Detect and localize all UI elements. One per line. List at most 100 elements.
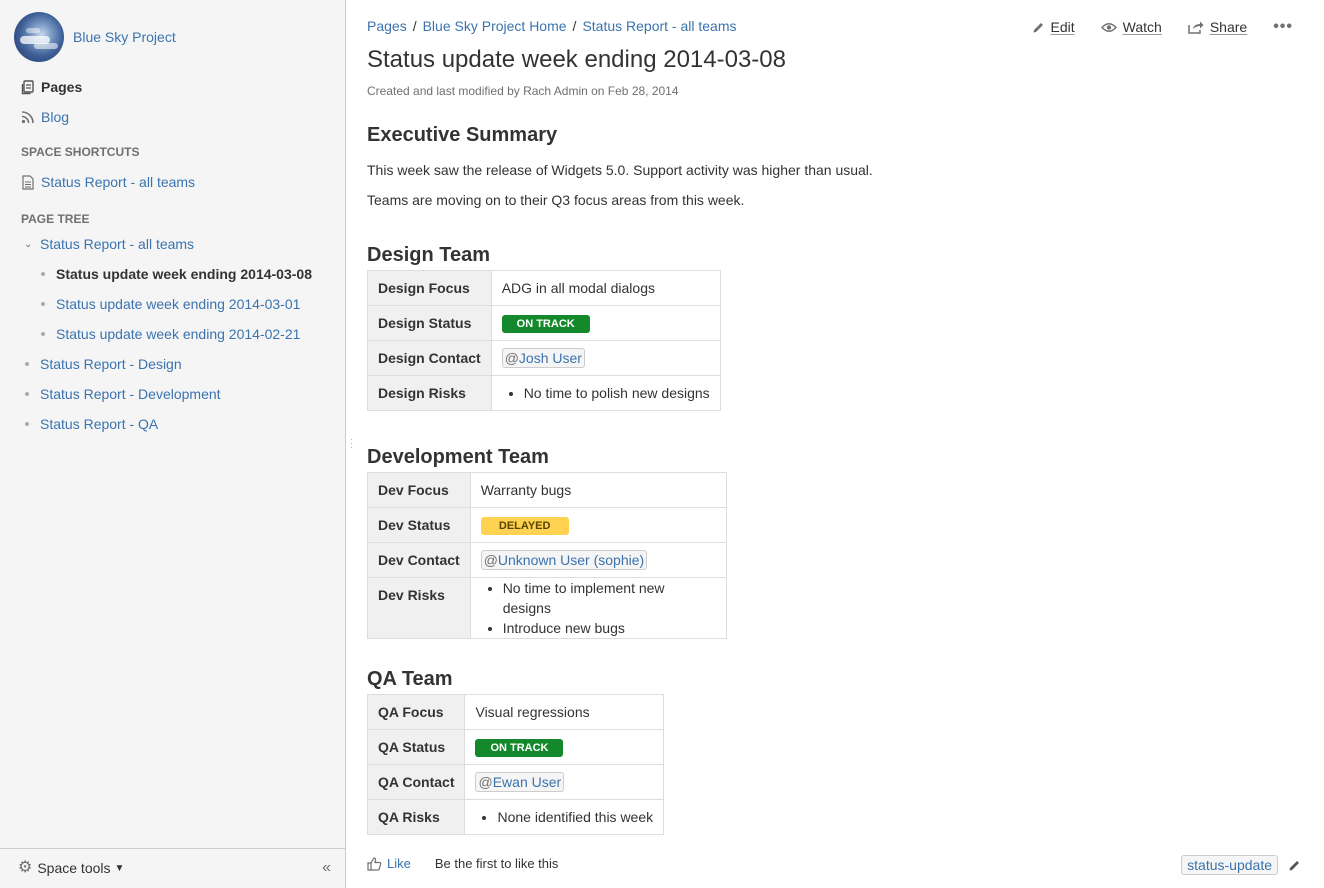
tree-item-label: Status Report - Development — [40, 386, 221, 402]
sidebar-footer: ⚙ Space tools ▼ « — [0, 848, 345, 888]
caret-down-icon: ▼ — [114, 862, 125, 874]
watch-button[interactable]: Watch — [1100, 19, 1162, 35]
tree-bullet — [41, 302, 45, 306]
user-mention[interactable]: @Unknown User (sophie) — [480, 550, 648, 570]
design-team-heading: Design Team — [367, 244, 490, 266]
share-icon — [1188, 20, 1204, 34]
list-item: None identified this week — [497, 807, 653, 827]
status-badge: DELAYED — [480, 516, 569, 535]
shortcut-status-report-all-teams[interactable]: Status Report - all teams — [20, 172, 195, 192]
like-button[interactable]: Like — [367, 856, 411, 871]
share-label: Share — [1209, 19, 1248, 35]
page-title: Status update week ending 2014-03-08 — [367, 46, 786, 73]
space-tools-label: Space tools — [37, 860, 111, 876]
confluence-app: Blue Sky Project Pages Blog SPACE SHORTC… — [0, 0, 1324, 888]
tree-item-label: Status update week ending 2014-03-01 — [56, 296, 301, 312]
thumbs-up-icon — [367, 856, 382, 871]
sidebar-item-label: Pages — [41, 79, 83, 95]
space-avatar[interactable] — [14, 12, 64, 62]
design-team-table: Design Focus ADG in all modal dialogs De… — [367, 270, 721, 411]
space-shortcuts-heading: SPACE SHORTCUTS — [21, 145, 140, 159]
tree-item-label: Status update week ending 2014-03-08 — [56, 266, 312, 282]
table-row: Design Risks No time to polish new desig… — [367, 375, 721, 411]
tree-item-label: Status update week ending 2014-02-21 — [56, 326, 301, 342]
tree-bullet — [25, 422, 29, 426]
chevron-down-icon[interactable]: ⌄ — [24, 239, 34, 250]
dev-status-label: Dev Status — [367, 507, 471, 543]
page-icon — [20, 174, 36, 190]
tree-item-status-report-all-teams[interactable]: ⌄ Status Report - all teams — [24, 234, 194, 254]
space-header[interactable]: Blue Sky Project — [14, 12, 176, 62]
sidebar-item-label: Blog — [41, 109, 70, 125]
sidebar-item-pages[interactable]: Pages — [20, 77, 82, 97]
tree-bullet — [25, 392, 29, 396]
more-actions-button[interactable]: ••• — [1273, 18, 1293, 36]
breadcrumb-separator: / — [572, 18, 577, 34]
table-row: Dev Contact @Unknown User (sophie) — [367, 542, 727, 578]
rss-icon — [20, 109, 36, 125]
collapse-sidebar-button[interactable]: « — [322, 859, 331, 877]
tree-item-2014-03-01[interactable]: Status update week ending 2014-03-01 — [41, 294, 300, 314]
page-tree-heading: PAGE TREE — [21, 212, 90, 226]
tree-item-2014-02-21[interactable]: Status update week ending 2014-02-21 — [41, 324, 300, 344]
tree-item-label: Status Report - QA — [40, 416, 159, 432]
share-button[interactable]: Share — [1188, 19, 1247, 35]
edit-label: Edit — [1050, 19, 1075, 35]
label-status-update[interactable]: status-update — [1181, 855, 1278, 875]
tree-item-status-report-development[interactable]: Status Report - Development — [25, 384, 221, 404]
tree-item-status-report-qa[interactable]: Status Report - QA — [25, 414, 158, 434]
table-row: QA Contact @Ewan User — [366, 764, 665, 800]
summary-paragraph-2: Teams are moving on to their Q3 focus ar… — [367, 192, 745, 208]
list-item: No time to implement new designs — [503, 578, 716, 618]
status-badge: ON TRACK — [501, 314, 590, 333]
tree-item-status-report-design[interactable]: Status Report - Design — [25, 354, 182, 374]
dev-focus-label: Dev Focus — [367, 472, 471, 508]
breadcrumb: Pages / Blue Sky Project Home / Status Repor… — [367, 18, 737, 34]
user-mention[interactable]: @Ewan User — [475, 772, 565, 792]
design-risks-label: Design Risks — [367, 375, 492, 411]
edit-button[interactable]: Edit — [1032, 19, 1075, 35]
shortcut-label: Status Report - all teams — [41, 174, 196, 190]
list-item: No time to polish new designs — [524, 383, 710, 403]
qa-team-table: QA Focus Visual regressions QA Status ON… — [366, 694, 665, 835]
breadcrumb-parent-page[interactable]: Status Report - all teams — [582, 18, 736, 34]
tree-item-label: Status Report - all teams — [40, 236, 195, 252]
design-focus-value: ADG in all modal dialogs — [490, 270, 721, 306]
development-team-heading: Development Team — [367, 446, 549, 468]
tree-item-label: Status Report - Design — [40, 356, 182, 372]
sidebar-resize-handle[interactable]: · · · — [350, 435, 353, 453]
table-row: Design Status ON TRACK — [367, 305, 721, 341]
dev-contact-label: Dev Contact — [367, 542, 471, 578]
pencil-icon — [1032, 21, 1045, 34]
breadcrumb-space-home[interactable]: Blue Sky Project Home — [423, 18, 567, 34]
table-row: Dev Status DELAYED — [367, 507, 727, 543]
watch-label: Watch — [1122, 19, 1162, 35]
eye-icon — [1100, 22, 1117, 33]
design-contact-label: Design Contact — [367, 340, 492, 376]
sidebar-item-blog[interactable]: Blog — [20, 107, 69, 127]
executive-summary-heading: Executive Summary — [367, 124, 558, 146]
table-row: QA Status ON TRACK — [366, 729, 665, 765]
table-row: Dev Focus Warranty bugs — [367, 472, 727, 508]
tree-item-current-page[interactable]: Status update week ending 2014-03-08 — [41, 264, 312, 284]
design-status-label: Design Status — [367, 305, 492, 341]
tree-bullet — [41, 332, 45, 336]
space-tools-button[interactable]: ⚙ Space tools ▼ — [18, 859, 125, 877]
table-row: Design Focus ADG in all modal dialogs — [367, 270, 721, 306]
gear-icon: ⚙ — [18, 859, 33, 876]
table-row: Design Contact @Josh User — [367, 340, 721, 376]
summary-paragraph-1: This week saw the release of Widgets 5.0… — [367, 162, 873, 178]
qa-status-label: QA Status — [366, 729, 466, 765]
qa-focus-value: Visual regressions — [464, 694, 665, 730]
user-mention[interactable]: @Josh User — [501, 348, 585, 368]
qa-team-heading: QA Team — [367, 668, 453, 690]
breadcrumb-pages[interactable]: Pages — [367, 18, 407, 34]
breadcrumb-separator: / — [412, 18, 417, 34]
qa-focus-label: QA Focus — [366, 694, 466, 730]
table-row: QA Focus Visual regressions — [366, 694, 665, 730]
qa-contact-label: QA Contact — [366, 764, 466, 800]
page-actions: Edit Watch Share ••• — [1006, 18, 1293, 36]
page-metadata: Created and last modified by Rach Admin … — [367, 84, 679, 98]
edit-labels-icon[interactable] — [1288, 859, 1301, 872]
space-name-link[interactable]: Blue Sky Project — [73, 29, 176, 45]
